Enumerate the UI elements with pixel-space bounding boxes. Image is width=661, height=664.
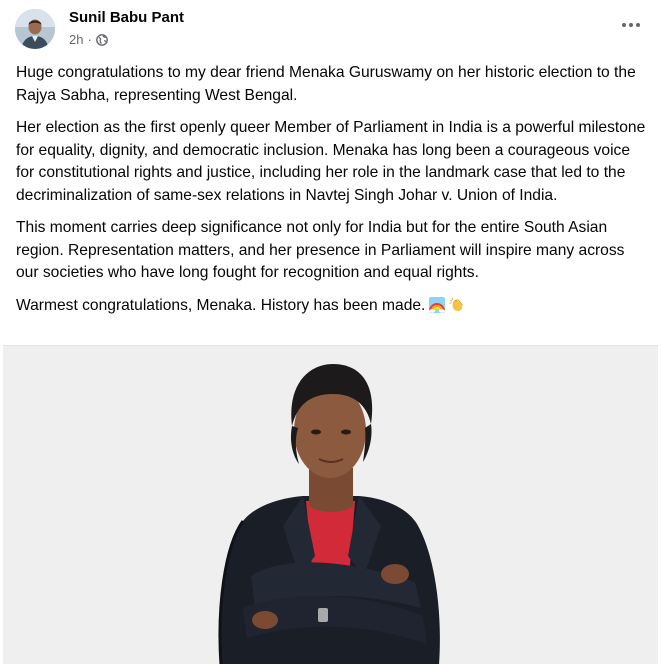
post-paragraph: Huge congratulations to my dear friend M… <box>16 64 636 104</box>
clapping-hands-emoji <box>449 297 464 311</box>
post-paragraph: Her election as the first openly queer M… <box>16 119 646 204</box>
portrait-image <box>3 346 658 664</box>
post-meta: 2h · <box>69 31 108 49</box>
more-dot <box>629 23 633 27</box>
meta-separator: · <box>87 32 92 47</box>
more-dot <box>622 23 626 27</box>
post-text: Huge congratulations to my dear friend M… <box>16 62 648 327</box>
closing-text: Warmest congratulations, Menaka. History… <box>16 296 426 314</box>
more-dot <box>636 23 640 27</box>
rainbow-emoji <box>429 296 446 313</box>
post-header: Sunil Babu Pant 2h · <box>0 0 661 60</box>
author-avatar[interactable] <box>15 9 55 49</box>
post-closing-line: Warmest congratulations, Menaka. History… <box>16 295 648 318</box>
post-paragraph: This moment carries deep significance no… <box>16 219 625 281</box>
post-timestamp[interactable]: 2h <box>69 31 83 49</box>
facebook-post: Sunil Babu Pant 2h · Huge congratulation… <box>0 0 661 664</box>
more-options-icon[interactable] <box>619 16 643 34</box>
globe-icon[interactable] <box>95 34 108 46</box>
post-photo[interactable] <box>3 345 658 664</box>
author-name[interactable]: Sunil Babu Pant <box>69 9 184 27</box>
avatar-image <box>15 9 55 49</box>
